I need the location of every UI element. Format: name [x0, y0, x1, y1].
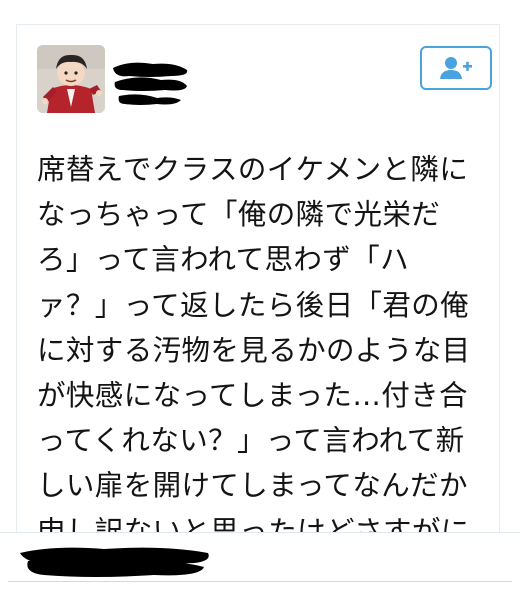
tweet-footer [0, 532, 520, 591]
follow-button[interactable] [420, 46, 492, 90]
avatar[interactable] [37, 45, 105, 113]
add-user-icon [440, 57, 472, 79]
divider [8, 581, 512, 582]
tweet-card: 席替えでクラスのイケメンと隣に なっちゃって「俺の隣で光栄だ ろ」って言われて思… [16, 24, 500, 593]
avatar-illustration [37, 45, 105, 113]
username-redaction [109, 60, 191, 108]
footer-redaction [14, 541, 214, 581]
